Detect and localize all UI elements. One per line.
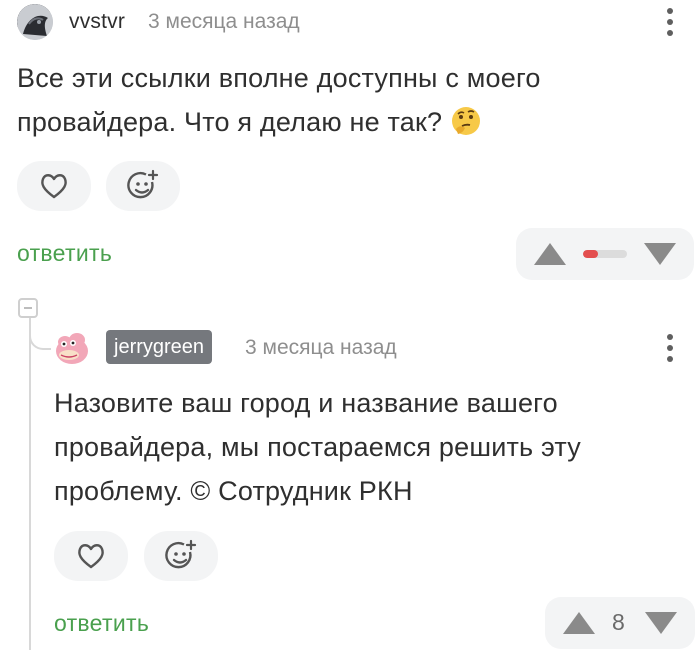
vote-panel: 8 <box>545 597 695 649</box>
reply-link[interactable]: ответить <box>17 240 112 267</box>
smile-plus-icon <box>165 539 197 569</box>
triangle-down-icon[interactable] <box>644 243 676 265</box>
reply-link[interactable]: ответить <box>54 610 149 637</box>
avatar-jerrygreen[interactable] <box>53 330 91 366</box>
thread-connector <box>29 318 51 350</box>
add-reaction-button[interactable] <box>106 161 180 211</box>
comment-body: Все эти ссылки вполне доступны с моего п… <box>17 56 677 144</box>
smile-plus-icon <box>127 169 159 199</box>
add-reaction-button[interactable] <box>144 531 218 581</box>
rating-bar <box>583 250 627 258</box>
heart-icon <box>78 544 104 569</box>
triangle-down-icon[interactable] <box>645 612 677 634</box>
like-button[interactable] <box>54 531 128 581</box>
like-button[interactable] <box>17 161 91 211</box>
comment-body: Назовите ваш город и название вашего про… <box>54 381 684 513</box>
comment-timestamp[interactable]: 3 месяца назад <box>148 10 300 34</box>
comment-line: Все эти ссылки вполне доступны с моего <box>17 63 541 93</box>
avatar-vvstvr[interactable] <box>17 4 53 40</box>
more-vertical-icon[interactable] <box>660 332 680 364</box>
thread-line <box>29 320 31 650</box>
vote-score: 8 <box>612 609 625 635</box>
comment-line-with-emoji: провайдера. Что я делаю не так? <box>17 100 677 144</box>
heart-icon <box>41 174 67 199</box>
rating-negative-fill <box>583 250 599 258</box>
comment-line: проблему. © Сотрудник РКН <box>54 476 413 506</box>
minus-square-icon[interactable] <box>18 298 38 318</box>
username[interactable]: vvstvr <box>69 10 125 34</box>
username-badge[interactable]: jerrygreen <box>106 330 213 364</box>
triangle-up-icon[interactable] <box>534 243 566 265</box>
comment-timestamp[interactable]: 3 месяца назад <box>245 336 397 360</box>
more-vertical-icon[interactable] <box>660 6 680 38</box>
triangle-up-icon[interactable] <box>563 612 595 634</box>
thinking-emoji <box>450 107 482 137</box>
comment-line: Назовите ваш город и название вашего <box>54 388 558 418</box>
vote-panel <box>516 228 694 280</box>
comment-line: провайдера, мы постараемся решить эту <box>54 432 581 462</box>
comment-line: провайдера. Что я делаю не так? <box>17 107 443 137</box>
